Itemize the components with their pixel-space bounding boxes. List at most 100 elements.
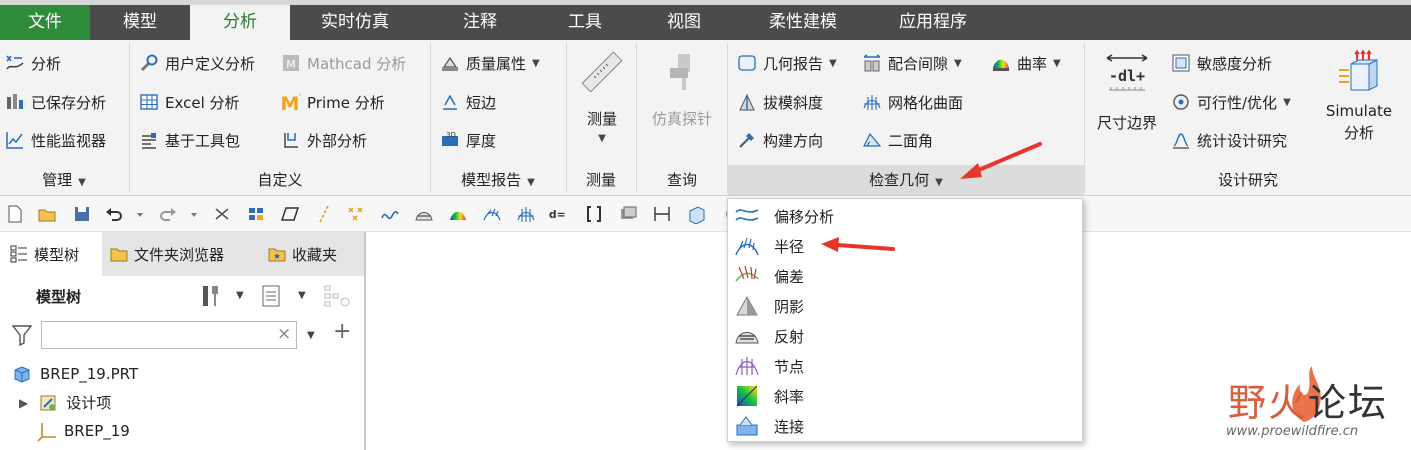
svg-text:3D: 3D bbox=[446, 131, 456, 139]
layers-icon[interactable] bbox=[618, 204, 638, 224]
tree-item-root-part[interactable]: BREP_19.PRT bbox=[12, 364, 138, 384]
expand-triangle-icon[interactable]: ▶ bbox=[19, 396, 28, 410]
performance-monitor-button[interactable]: 性能监视器 bbox=[5, 128, 106, 152]
user-defined-analysis-button[interactable]: 用户定义分析 bbox=[139, 51, 255, 75]
show-dropdown-icon[interactable]: ▼ bbox=[298, 290, 306, 301]
menu-item-connect[interactable]: 连接 bbox=[728, 411, 1082, 441]
svg-text:-dl+: -dl+ bbox=[1109, 67, 1145, 85]
sensitivity-analysis-label: 敏感度分析 bbox=[1197, 54, 1273, 73]
axis-icon[interactable] bbox=[314, 204, 334, 224]
clearance-label: 配合间隙 bbox=[888, 54, 949, 73]
point-icon[interactable] bbox=[346, 204, 366, 224]
tab-folder-browser[interactable]: 文件夹浏览器 bbox=[110, 232, 260, 276]
tab-model[interactable]: 模型 bbox=[90, 5, 190, 40]
menu-item-deviation[interactable]: 偏差 bbox=[728, 261, 1082, 291]
prime-analysis-button[interactable]: M' Prime 分析 bbox=[281, 90, 385, 114]
dimension-toolbar-icon[interactable] bbox=[652, 204, 672, 224]
watermark-title-b: 论坛 bbox=[1308, 381, 1389, 425]
thickness-icon: 3D bbox=[440, 130, 460, 150]
tab-realtime-simulation[interactable]: 实时仿真 bbox=[290, 5, 420, 40]
saved-analysis-button[interactable]: 已保存分析 bbox=[5, 90, 106, 114]
sketch-curve-icon[interactable] bbox=[380, 204, 400, 224]
tab-model-tree[interactable]: 模型树 bbox=[0, 232, 102, 276]
tab-applications[interactable]: 应用程序 bbox=[868, 5, 998, 40]
simulate-analysis-button[interactable]: Simulate 分析 bbox=[1318, 48, 1400, 160]
menu-item-offset-analysis[interactable]: 偏移分析 bbox=[728, 201, 1082, 231]
new-file-icon[interactable] bbox=[5, 204, 25, 224]
tab-favorites[interactable]: 收藏夹 bbox=[268, 232, 364, 276]
tab-view[interactable]: 视图 bbox=[630, 5, 738, 40]
menu-item-reflection[interactable]: 反射 bbox=[728, 321, 1082, 351]
prime-icon: M' bbox=[281, 92, 301, 112]
save-icon[interactable] bbox=[72, 204, 92, 224]
toolkit-based-label: 基于工具包 bbox=[165, 131, 241, 150]
statistical-design-study-button[interactable]: 统计设计研究 bbox=[1171, 128, 1287, 152]
toolkit-based-button[interactable]: 基于工具包 bbox=[139, 128, 240, 152]
show-columns-icon[interactable] bbox=[261, 284, 283, 308]
short-edge-label: 短边 bbox=[466, 93, 497, 112]
curvature-button[interactable]: 曲率 ▼ bbox=[991, 51, 1061, 75]
mesh-toolbar-icon[interactable] bbox=[516, 204, 536, 224]
brackets-icon[interactable] bbox=[584, 204, 604, 224]
menu-item-nodes[interactable]: 节点 bbox=[728, 351, 1082, 381]
tree-search-row: × ▼ + bbox=[0, 316, 364, 354]
analysis-button[interactable]: 分析 bbox=[5, 51, 61, 75]
thickness-button[interactable]: 3D 厚度 bbox=[440, 128, 496, 152]
clearance-button[interactable]: 配合间隙 ▼ bbox=[862, 51, 962, 75]
menu-item-shade[interactable]: 阴影 bbox=[728, 291, 1082, 321]
add-search-icon[interactable]: + bbox=[333, 319, 351, 344]
build-direction-button[interactable]: 构建方向 bbox=[737, 128, 823, 152]
settings-dropdown-icon[interactable]: ▼ bbox=[236, 290, 244, 301]
coordinate-system-icon bbox=[36, 420, 58, 442]
tab-file[interactable]: 文件 bbox=[0, 5, 90, 40]
manage-group-label[interactable]: 管理 ▼ bbox=[0, 165, 128, 195]
tree-item-csys[interactable]: BREP_19 bbox=[36, 420, 130, 442]
feasibility-optimization-button[interactable]: 可行性/优化 ▼ bbox=[1171, 90, 1291, 114]
excel-analysis-button[interactable]: Excel 分析 bbox=[139, 90, 240, 114]
curvature-toolbar-icon[interactable] bbox=[448, 204, 468, 224]
search-history-dropdown-icon[interactable]: ▼ bbox=[307, 330, 315, 341]
undo-icon[interactable] bbox=[104, 204, 124, 224]
tree-item-design-items[interactable]: ▶ 设计项 bbox=[19, 392, 111, 413]
undo-dropdown-icon[interactable] bbox=[130, 204, 143, 224]
radius-toolbar-icon[interactable] bbox=[482, 204, 502, 224]
query-group-label: 查询 bbox=[666, 171, 697, 189]
reflection-toolbar-icon[interactable] bbox=[414, 204, 434, 224]
redo-dropdown-icon[interactable] bbox=[184, 204, 197, 224]
menu-item-slope[interactable]: 斜率 bbox=[728, 381, 1082, 411]
tab-analysis[interactable]: 分析 bbox=[190, 5, 290, 40]
tab-annotate[interactable]: 注释 bbox=[420, 5, 540, 40]
tab-flexible-modeling[interactable]: 柔性建模 bbox=[738, 5, 868, 40]
settings-tools-icon[interactable] bbox=[200, 284, 222, 308]
statistical-study-icon bbox=[1171, 130, 1191, 150]
thickness-label: 厚度 bbox=[466, 131, 497, 150]
dihedral-angle-button[interactable]: 二面角 bbox=[862, 128, 933, 152]
measure-distance-icon[interactable]: d= bbox=[548, 204, 572, 224]
plane-icon[interactable] bbox=[280, 204, 300, 224]
probe-icon bbox=[662, 52, 702, 92]
tab-tools[interactable]: 工具 bbox=[540, 5, 630, 40]
analysis-icon bbox=[5, 53, 25, 73]
windows-icon[interactable] bbox=[246, 204, 266, 224]
regenerate-icon[interactable] bbox=[212, 204, 232, 224]
measure-button[interactable]: 测量 ▼ bbox=[570, 48, 634, 160]
open-folder-icon[interactable] bbox=[37, 204, 57, 224]
geometry-report-button[interactable]: 几何报告 ▼ bbox=[737, 51, 837, 75]
mesh-surface-button[interactable]: 网格化曲面 bbox=[862, 90, 963, 114]
geometry-report-label: 几何报告 bbox=[763, 54, 824, 73]
view-cube-icon[interactable] bbox=[686, 204, 706, 224]
tree-search-input[interactable] bbox=[41, 321, 297, 349]
external-analysis-button[interactable]: 外部分析 bbox=[281, 128, 367, 152]
model-report-group-label[interactable]: 模型报告 ▼ bbox=[431, 165, 565, 195]
short-edge-button[interactable]: 短边 bbox=[440, 90, 496, 114]
redo-icon[interactable] bbox=[158, 204, 178, 224]
dimension-boundary-button[interactable]: -dl+ 尺寸边界 bbox=[1088, 48, 1166, 160]
clear-search-icon[interactable]: × bbox=[277, 324, 291, 344]
menu-item-radius[interactable]: 半径 bbox=[728, 231, 1082, 261]
model-tree-title: 模型树 bbox=[36, 288, 82, 306]
draft-button[interactable]: 拔模斜度 bbox=[737, 90, 823, 114]
sensitivity-analysis-button[interactable]: 敏感度分析 bbox=[1171, 51, 1272, 75]
more-tools-icon[interactable] bbox=[718, 204, 738, 224]
offset-analysis-icon bbox=[734, 203, 760, 229]
mass-properties-button[interactable]: 质量属性 ▼ bbox=[440, 51, 540, 75]
